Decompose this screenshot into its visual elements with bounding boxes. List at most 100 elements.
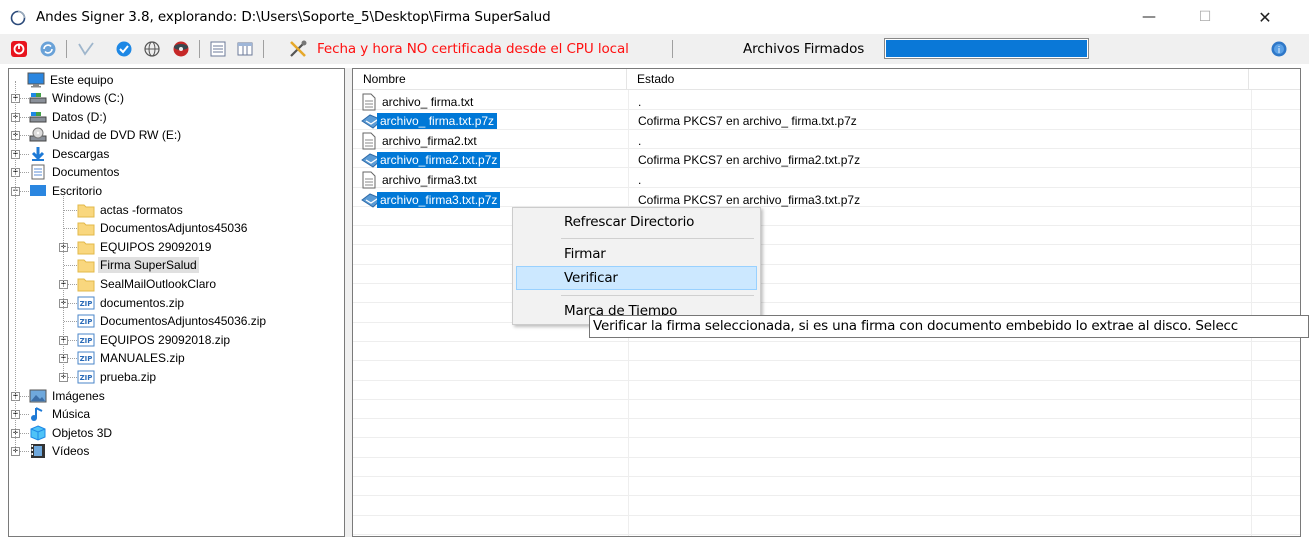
tree-item-manuales-zip[interactable]: ZIP MANUALES.zip <box>77 349 187 367</box>
videos-folder-icon <box>29 443 47 459</box>
zip-icon: ZIP <box>77 313 95 329</box>
folder-icon <box>77 276 95 292</box>
disk-icon[interactable] <box>171 39 191 59</box>
details-view-icon[interactable] <box>235 39 255 59</box>
menu-item-verificar[interactable]: Verificar <box>516 266 757 290</box>
toolbar-separator <box>672 40 673 58</box>
tree-item-label: Música <box>52 407 91 422</box>
file-list[interactable]: Nombre Estado archivo_ firma.txt. archivo… <box>352 68 1301 537</box>
list-item-name-text: archivo_firma3.txt.p7z <box>377 191 501 208</box>
folder-icon <box>77 239 95 255</box>
help-icon[interactable]: i <box>1270 40 1288 58</box>
grid-line <box>353 398 1300 400</box>
tree-item-equipos-29092018-zip[interactable]: ZIP EQUIPOS 29092018.zip <box>77 331 232 349</box>
tree-item-firma-supersalud[interactable]: Firma SuperSalud <box>77 256 199 274</box>
column-header-estado[interactable]: Estado <box>627 69 1249 90</box>
grid-line <box>353 495 1300 497</box>
tree-item-sealmailoutlookclaro[interactable]: SealMailOutlookClaro <box>77 275 218 293</box>
tools-icon[interactable] <box>288 39 308 59</box>
list-item-name[interactable]: archivo_firma2.txt.p7z <box>361 151 501 169</box>
app-logo-icon <box>10 10 26 26</box>
tree-item-label: prueba.zip <box>100 370 157 384</box>
toolbar: Fecha y hora NO certificada desde el CPU… <box>0 34 1309 64</box>
list-row[interactable]: archivo_ firma.txt. <box>353 92 1300 111</box>
tree-item-label: Descargas <box>52 146 110 161</box>
grid-line <box>353 379 1300 381</box>
toolbar-separator <box>199 40 200 58</box>
tree-item-prueba-zip[interactable]: ZIP prueba.zip <box>77 368 158 386</box>
list-item-name[interactable]: archivo_ firma.txt.p7z <box>361 112 498 130</box>
list-item-name[interactable]: archivo_firma3.txt <box>361 171 480 189</box>
list-row[interactable]: archivo_firma2.txt.p7z Cofirma PKCS7 en a… <box>353 151 1300 170</box>
list-item-name-text: archivo_firma2.txt <box>382 133 477 148</box>
pictures-folder-icon <box>29 388 47 404</box>
list-item-name-text: archivo_ firma.txt <box>382 94 474 109</box>
tree-item-m-sica[interactable]: Música <box>29 405 92 423</box>
list-row[interactable]: archivo_firma3.txt.p7z Cofirma PKCS7 en a… <box>353 190 1300 209</box>
stop-icon[interactable] <box>9 39 29 59</box>
tree-item-label: Unidad de DVD RW (E:) <box>52 128 182 143</box>
sign-icon[interactable] <box>76 39 96 59</box>
panel-splitter[interactable] <box>345 68 352 537</box>
grid-line <box>353 244 1300 246</box>
svg-text:ZIP: ZIP <box>80 300 93 308</box>
tree-item-documentos-zip[interactable]: ZIP documentos.zip <box>77 294 186 312</box>
list-item-name[interactable]: archivo_firma2.txt <box>361 132 480 150</box>
grid-line <box>353 263 1300 265</box>
text-file-icon <box>361 132 379 150</box>
globe-icon[interactable] <box>142 39 162 59</box>
tree-item-label: Vídeos <box>52 444 90 459</box>
text-file-icon <box>361 171 379 189</box>
tree-item-objetos-3d[interactable]: Objetos 3D <box>29 424 114 442</box>
svg-text:ZIP: ZIP <box>80 374 93 382</box>
tree-connector <box>15 81 16 452</box>
tree-item-actas-formatos[interactable]: actas -formatos <box>77 201 185 219</box>
list-item-state: Cofirma PKCS7 en archivo_ firma.txt.p7z <box>638 114 857 129</box>
list-view-icon[interactable] <box>208 39 228 59</box>
tree-item-label: SealMailOutlookClaro <box>100 277 217 291</box>
tree-item-documentos[interactable]: Documentos <box>29 163 121 181</box>
tree-connector <box>64 209 77 211</box>
list-item-state: . <box>638 133 642 148</box>
tree-root[interactable]: Este equipo <box>27 71 115 89</box>
list-item-state: . <box>638 94 642 109</box>
toolbar-separator <box>66 40 67 58</box>
folder-tree[interactable]: Este equipo + Windows (C:) + Datos (D:) + Uni… <box>8 68 345 537</box>
grid-line <box>353 225 1300 227</box>
tree-item-label: Documentos <box>52 165 120 180</box>
refresh-icon[interactable] <box>38 39 58 59</box>
grid-line <box>353 514 1300 516</box>
documents-folder-icon <box>29 164 47 180</box>
column-header-nombre[interactable]: Nombre <box>353 69 627 90</box>
download-folder-icon <box>29 146 47 162</box>
list-item-name[interactable]: archivo_firma3.txt.p7z <box>361 191 501 209</box>
minimize-button[interactable]: — <box>1120 0 1178 34</box>
list-item-name[interactable]: archivo_ firma.txt <box>361 93 476 111</box>
menu-item-firmar[interactable]: Firmar <box>516 242 757 266</box>
tree-item-label: Escritorio <box>52 184 103 198</box>
list-row[interactable]: archivo_firma2.txt. <box>353 131 1300 150</box>
check-icon[interactable] <box>114 39 134 59</box>
tree-item-equipos-29092019[interactable]: EQUIPOS 29092019 <box>77 238 213 256</box>
zip-icon: ZIP <box>77 350 95 366</box>
grid-line <box>353 418 1300 420</box>
tree-item-v-deos[interactable]: Vídeos <box>29 442 91 460</box>
tree-item-im-genes[interactable]: Imágenes <box>29 387 107 405</box>
tree-item-datos-d[interactable]: Datos (D:) <box>29 108 109 126</box>
tree-item-windows-c[interactable]: Windows (C:) <box>29 89 126 107</box>
context-menu: Refrescar Directorio Firmar Verificar Ma… <box>512 207 761 325</box>
list-row[interactable]: archivo_firma3.txt. <box>353 170 1300 189</box>
tree-item-unidad-de-dvd-rw-e[interactable]: Unidad de DVD RW (E:) <box>29 126 183 144</box>
cert-warning-text: Fecha y hora NO certificada desde el CPU… <box>317 41 629 57</box>
grid-line <box>353 437 1300 439</box>
tooltip: Verificar la firma seleccionada, si es u… <box>589 315 1309 338</box>
tree-item-descargas[interactable]: Descargas <box>29 145 111 163</box>
close-button[interactable]: ✕ <box>1236 0 1294 34</box>
list-row[interactable]: archivo_ firma.txt.p7z Cofirma PKCS7 en a… <box>353 112 1300 131</box>
maximize-button[interactable]: ☐ <box>1176 0 1234 34</box>
tree-item-documentosadjuntos45036[interactable]: DocumentosAdjuntos45036 <box>77 219 249 237</box>
zip-icon: ZIP <box>77 295 95 311</box>
tree-item-documentosadjuntos45036-zip[interactable]: ZIP DocumentosAdjuntos45036.zip <box>77 312 268 330</box>
menu-item-refrescar-directorio[interactable]: Refrescar Directorio <box>516 210 757 234</box>
tree-item-escritorio[interactable]: Escritorio <box>29 182 104 200</box>
